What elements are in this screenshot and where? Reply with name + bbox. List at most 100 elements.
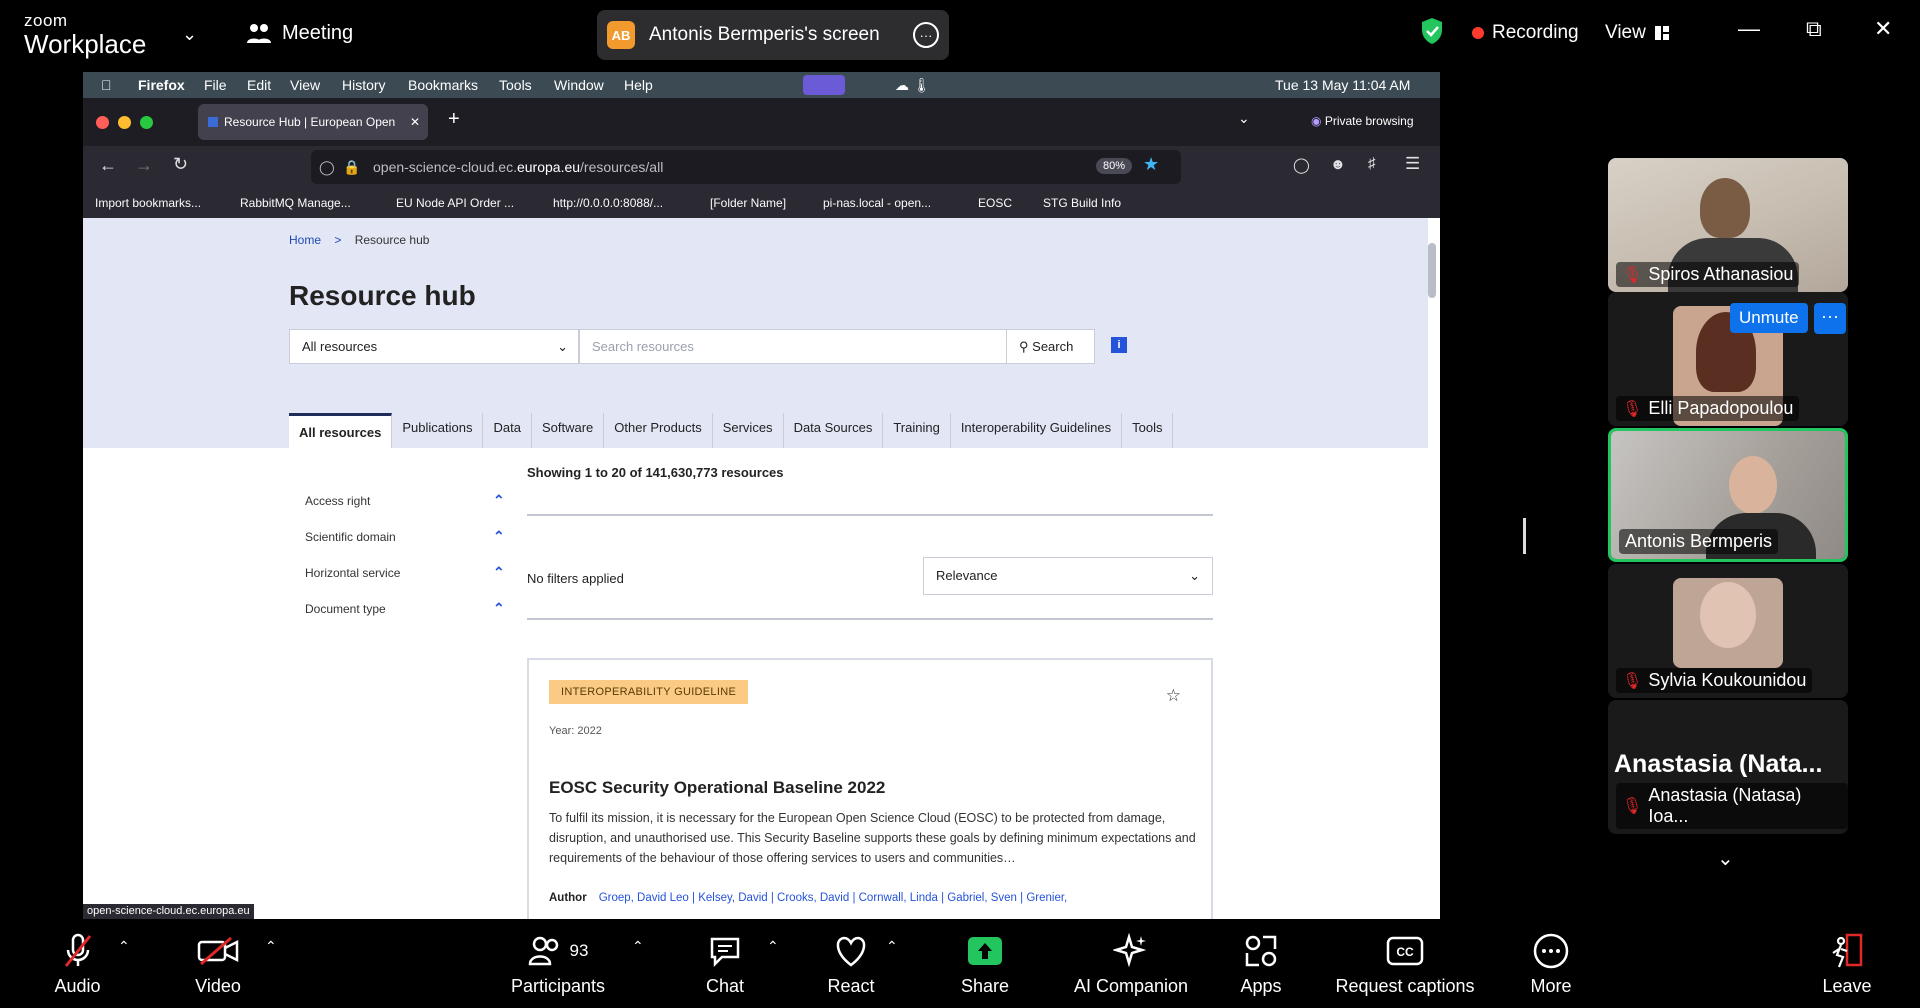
screen-share-pill[interactable]: AB Antonis Bermperis's screen ··· [597,10,949,60]
mac-clock[interactable]: Tue 13 May 11:04 AM [1275,77,1410,93]
react-button[interactable]: React [826,930,876,997]
tab-all-resources[interactable]: All resources [289,413,393,448]
unmute-button[interactable]: Unmute [1730,303,1808,333]
menu-icon[interactable]: ☰ [1405,154,1420,174]
chevron-up-icon[interactable]: ⌃ [493,564,505,581]
apple-icon[interactable]:  [101,77,112,93]
filter-scientific-domain[interactable]: Scientific domain [305,530,396,544]
browser-tab[interactable]: Resource Hub | European Open ✕ [198,104,428,140]
caret-up-icon[interactable]: ⌃ [767,938,779,955]
menu-view[interactable]: View [290,77,320,93]
author-links[interactable]: Groep, David Leo | Kelsey, David | Crook… [599,892,1068,904]
participant-tile-active-speaker[interactable]: Antonis Bermperis [1608,428,1848,562]
shield-icon[interactable]: ◯ [319,150,335,184]
chevron-up-icon[interactable]: ⌃ [493,528,505,545]
forward-icon[interactable]: → [135,155,153,176]
filter-access-right[interactable]: Access right [305,494,370,508]
tab-tools[interactable]: Tools [1122,413,1174,448]
participant-more-icon[interactable]: ··· [1814,303,1846,334]
bookmark-folder[interactable]: EOSC [978,196,1012,210]
traffic-zoom-icon[interactable] [140,116,153,129]
chat-button[interactable]: Chat [700,930,750,997]
chevron-down-icon[interactable]: ⌄ [182,24,197,45]
menu-window[interactable]: Window [554,77,604,93]
chevron-up-icon[interactable]: ⌃ [493,600,505,617]
new-tab-icon[interactable]: + [448,108,460,131]
minimize-icon[interactable]: — [1738,16,1760,42]
menu-edit[interactable]: Edit [247,77,271,93]
chevron-down-icon[interactable]: ⌄ [1717,846,1734,871]
more-options-icon[interactable]: ··· [913,22,939,48]
participant-tile[interactable]: 🎙 Spiros Athanasiou [1608,158,1848,292]
account-icon[interactable]: ☻ [1330,156,1346,173]
tab-data-sources[interactable]: Data Sources [784,413,884,448]
view-button[interactable]: View [1605,22,1670,44]
audio-button[interactable]: Audio [40,930,115,997]
result-title[interactable]: EOSC Security Operational Baseline 2022 [549,778,885,798]
caret-up-icon[interactable]: ⌃ [632,938,644,955]
tab-interoperability-guidelines[interactable]: Interoperability Guidelines [951,413,1123,448]
menu-firefox[interactable]: Firefox [138,77,185,93]
caret-up-icon[interactable]: ⌃ [265,938,277,955]
chevron-up-icon[interactable]: ⌃ [493,492,505,509]
bookmark-item[interactable]: pi-nas.local - open... [823,196,931,210]
ai-companion-button[interactable]: AI Companion [1066,930,1196,997]
sort-select[interactable]: Relevance ⌄ [923,557,1213,595]
filter-horizontal-service[interactable]: Horizontal service [305,566,400,580]
back-icon[interactable]: ← [99,155,117,176]
menu-bookmarks[interactable]: Bookmarks [408,77,478,93]
bookmark-star-icon[interactable]: ★ [1143,154,1159,175]
close-icon[interactable]: ✕ [1874,16,1892,42]
search-button[interactable]: ⚲ Search [1006,330,1094,363]
url-bar[interactable]: ◯ 🔒 open-science-cloud.ec.europa.eu/reso… [311,150,1181,184]
bookmark-item[interactable]: RabbitMQ Manage... [240,196,351,210]
tab-training[interactable]: Training [883,413,951,448]
recording-indicator[interactable]: Recording [1472,22,1579,44]
participants-button[interactable]: 93 Participants [508,930,608,997]
search-input[interactable]: Search resources ⚲ Search [579,329,1095,364]
pocket-icon[interactable]: ◯ [1293,156,1310,174]
result-card[interactable]: INTEROPERABILITY GUIDELINE ☆ Year: 2022 … [527,658,1213,919]
menu-file[interactable]: File [204,77,227,93]
breadcrumb-home[interactable]: Home [289,233,321,247]
apps-button[interactable]: Apps [1236,930,1286,997]
restore-icon[interactable]: ⧉ [1806,16,1822,42]
favorite-star-icon[interactable]: ☆ [1166,686,1181,706]
info-icon[interactable]: i [1111,337,1127,353]
bookmark-item[interactable]: http://0.0.0.0:8088/... [553,196,663,210]
tab-publications[interactable]: Publications [392,413,484,448]
caret-up-icon[interactable]: ⌃ [118,938,130,955]
tab-services[interactable]: Services [713,413,784,448]
status-icons[interactable]: ☁ 🌡 [895,77,931,94]
share-button[interactable]: Share [960,930,1010,997]
menu-history[interactable]: History [342,77,386,93]
zoom-level-badge[interactable]: 80% [1096,158,1133,174]
extensions-icon[interactable]: ♯ [1368,155,1376,172]
menu-tools[interactable]: Tools [499,77,532,93]
caret-up-icon[interactable]: ⌃ [886,938,898,955]
participant-tile[interactable]: Anastasia (Nata... 🎙 Anastasia (Natasa) I… [1608,700,1848,834]
leave-button[interactable]: Leave [1822,930,1872,997]
scrollbar[interactable] [1428,243,1436,298]
traffic-close-icon[interactable] [96,116,109,129]
menu-help[interactable]: Help [624,77,653,93]
request-captions-button[interactable]: CC Request captions [1330,930,1480,997]
video-button[interactable]: Video [178,930,258,997]
resource-type-select[interactable]: All resources ⌄ [289,329,579,364]
filter-document-type[interactable]: Document type [305,602,386,616]
tab-other-products[interactable]: Other Products [604,413,713,448]
tab-list-icon[interactable]: ⌄ [1238,110,1250,127]
bookmark-item[interactable]: Import bookmarks... [95,196,201,210]
screen-share-status-icon[interactable] [803,75,845,95]
bookmark-folder[interactable]: STG Build Info [1043,196,1121,210]
more-button[interactable]: More [1526,930,1576,997]
participant-tile[interactable]: 🎙 Sylvia Koukounidou [1608,564,1848,698]
lock-icon[interactable]: 🔒 [343,150,360,184]
meeting-info[interactable]: Meeting [246,22,353,45]
traffic-minimize-icon[interactable] [118,116,131,129]
bookmark-item[interactable]: EU Node API Order ... [396,196,514,210]
security-shield-icon[interactable] [1420,17,1444,45]
bookmark-folder[interactable]: [Folder Name] [710,196,786,210]
tab-close-icon[interactable]: ✕ [410,115,420,129]
tab-software[interactable]: Software [532,413,605,448]
